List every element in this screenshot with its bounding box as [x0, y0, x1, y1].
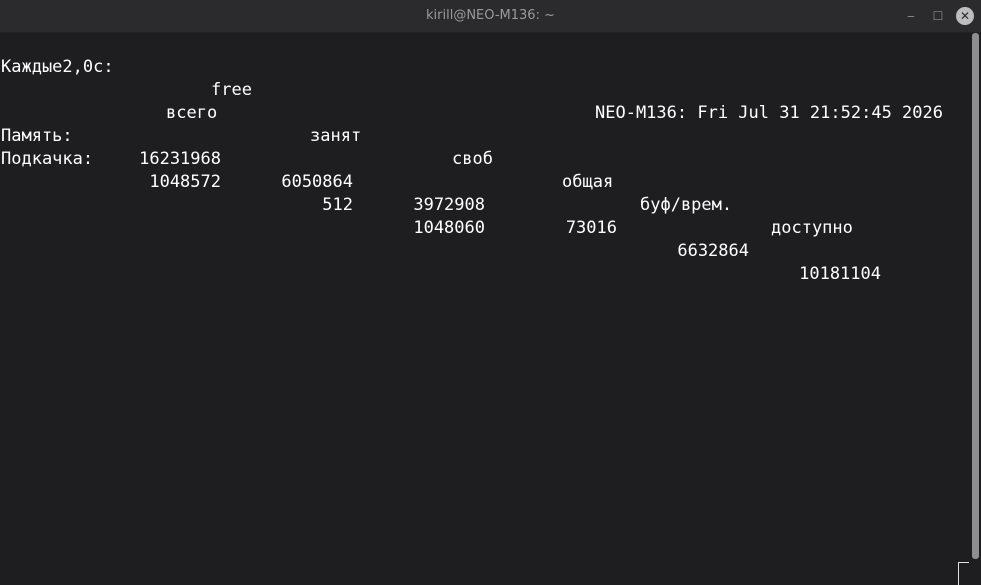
col-header-shared: общая: [562, 172, 614, 192]
close-icon: ✕: [959, 9, 971, 23]
col-header-buff-cache: буф/врем.: [640, 195, 733, 215]
row-label-swap: Подкачка:: [1, 149, 94, 169]
maximize-icon: ☐: [932, 9, 944, 23]
col-header-free: своб: [452, 149, 493, 169]
memory-total: 16231968: [139, 149, 221, 169]
memory-shared: 73016: [565, 218, 617, 238]
minimize-button[interactable]: ‒: [902, 7, 920, 25]
memory-free: 3972908: [413, 195, 485, 215]
text-cursor: [958, 562, 969, 585]
terminal-output[interactable]: Каждые2,0с: free NEO-M136: Fri Jul 31 21…: [0, 33, 968, 584]
swap-used: 512: [322, 195, 353, 215]
memory-used: 6050864: [281, 172, 353, 192]
memory-available: 10181104: [799, 264, 881, 284]
table-header: всего занят своб общая буф/врем. доступн…: [0, 79, 968, 238]
maximize-button[interactable]: ☐: [929, 7, 947, 25]
title-bar[interactable]: kirill@NEO-M136: ~ ‒ ☐ ✕: [0, 0, 981, 33]
swap-free: 1048060: [413, 218, 485, 238]
memory-buff-cache: 6632864: [677, 241, 749, 261]
watch-header: Каждые2,0с: free NEO-M136: Fri Jul 31 21…: [0, 33, 943, 123]
watch-interval: Каждые2,0с:: [1, 57, 114, 77]
minimize-icon: ‒: [907, 9, 915, 23]
close-button[interactable]: ✕: [956, 7, 974, 25]
col-header-available: доступно: [771, 218, 853, 238]
swap-total: 1048572: [149, 172, 221, 192]
terminal-scrollbar[interactable]: [972, 33, 979, 559]
table-row: Подкачка: 1048572 512 1048060: [0, 125, 968, 238]
window-title: kirill@NEO-M136: ~: [426, 8, 555, 23]
table-row: Память: 16231968 6050864 3972908 73016 6…: [0, 102, 968, 284]
